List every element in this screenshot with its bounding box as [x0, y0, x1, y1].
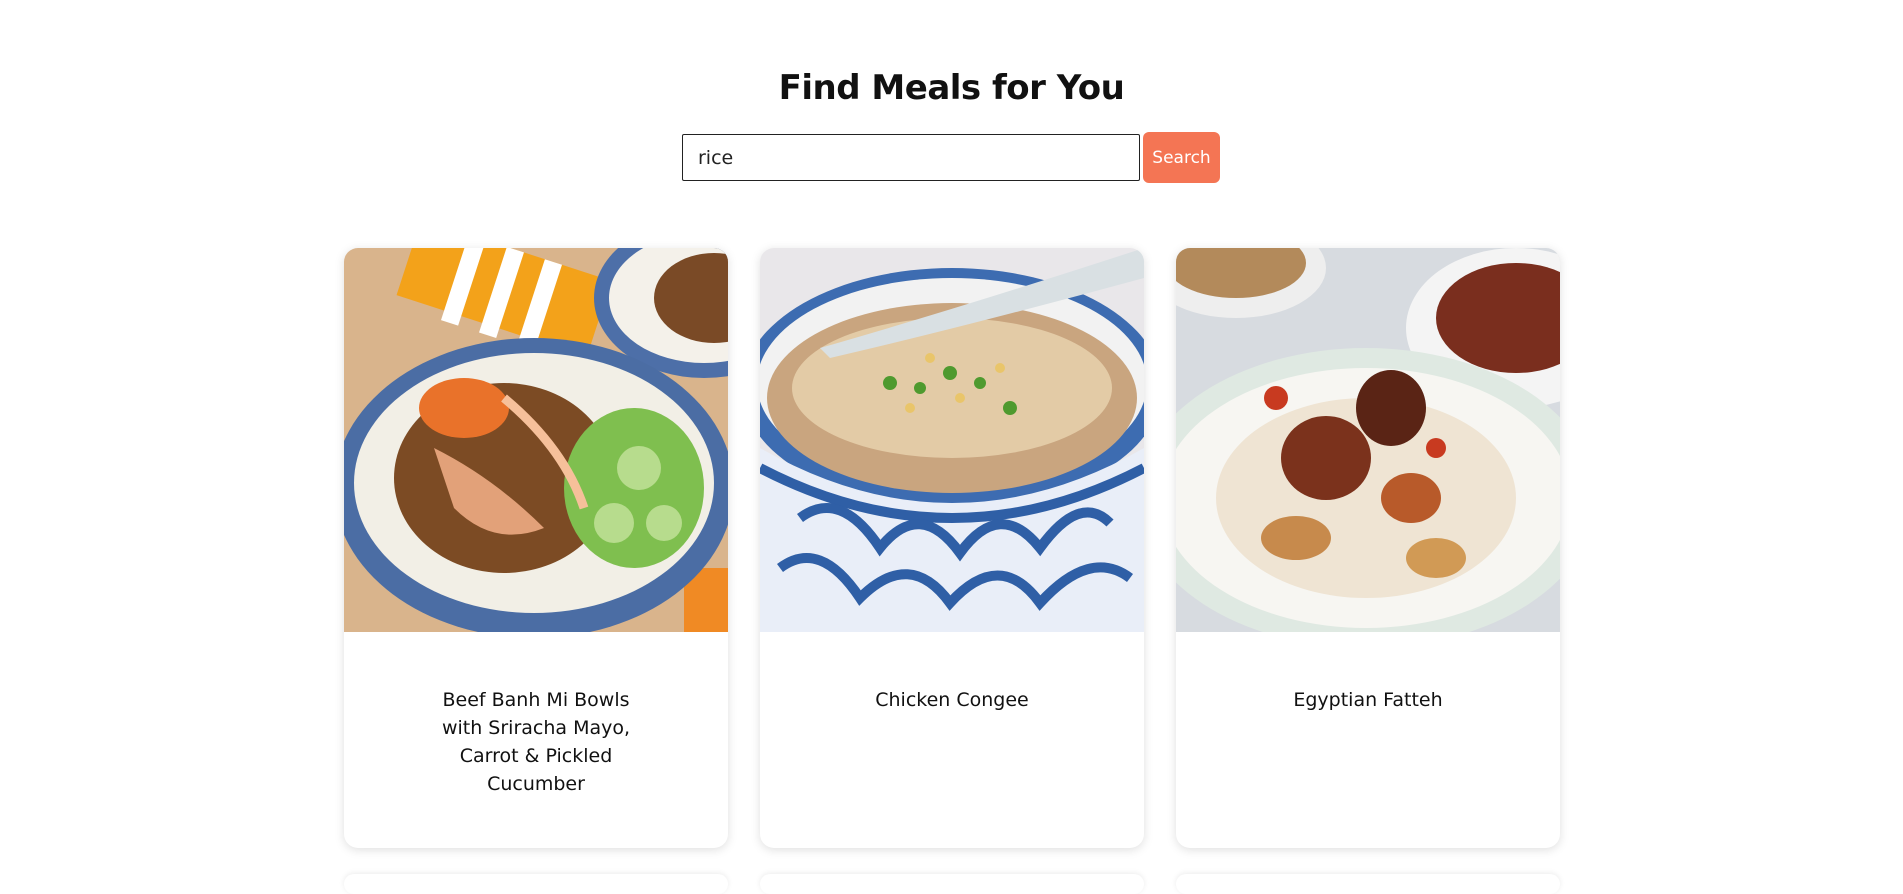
meal-name[interactable]: Chicken Congee [760, 686, 1144, 714]
search-button[interactable]: Search [1143, 132, 1220, 183]
meal-card[interactable]: Egyptian Fatteh [1176, 248, 1560, 848]
search-input[interactable] [682, 134, 1140, 181]
search-bar: Search [682, 132, 1220, 185]
meal-image-fatteh[interactable] [1176, 248, 1560, 632]
page-title: Find Meals for You [778, 68, 1125, 108]
meal-card-partial [760, 874, 1144, 894]
meal-card[interactable]: Beef Banh Mi Bowls with Sriracha Mayo, C… [344, 248, 728, 848]
meal-image-congee[interactable] [760, 248, 1144, 632]
meal-image-banh-mi[interactable] [344, 248, 728, 632]
meal-name[interactable]: Egyptian Fatteh [1176, 686, 1560, 714]
meal-card[interactable]: Chicken Congee [760, 248, 1144, 848]
meal-results: Beef Banh Mi Bowls with Sriracha Mayo, C… [344, 248, 1560, 848]
meal-finder-page: Find Meals for You Search [0, 0, 1903, 894]
meal-card-partial [1176, 874, 1560, 894]
meal-name[interactable]: Beef Banh Mi Bowls with Sriracha Mayo, C… [344, 686, 728, 798]
meal-card-partial [344, 874, 728, 894]
next-row-cards [344, 874, 1560, 894]
